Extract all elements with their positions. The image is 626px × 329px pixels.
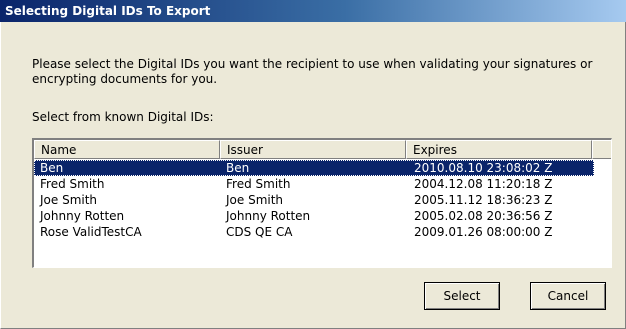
column-header-filler (592, 140, 611, 159)
instruction-text: Please select the Digital IDs you want t… (32, 57, 593, 86)
cell-name: Johnny Rotten (40, 209, 125, 223)
cell-issuer: Fred Smith (226, 177, 291, 191)
cell-expires: 2009.01.26 08:00:00 Z (414, 225, 553, 239)
table-row[interactable]: Ben Ben 2010.08.10 23:08:02 Z (34, 160, 594, 176)
table-row[interactable]: Johnny Rotten Johnny Rotten 2005.02.08 2… (34, 208, 594, 224)
column-header-issuer[interactable]: Issuer (220, 140, 406, 159)
cell-issuer: CDS QE CA (226, 225, 293, 239)
cancel-button[interactable]: Cancel (530, 282, 606, 310)
cell-name: Fred Smith (40, 177, 105, 191)
cell-expires: 2010.08.10 23:08:02 Z (414, 161, 553, 175)
column-header-expires[interactable]: Expires (406, 140, 592, 159)
dialog-title: Selecting Digital IDs To Export (0, 0, 626, 22)
digital-id-list[interactable]: Name Issuer Expires Ben Ben 2010.08.10 2… (32, 138, 612, 268)
cell-name: Ben (40, 161, 64, 175)
cell-expires: 2005.11.12 18:36:23 Z (414, 193, 553, 207)
table-row[interactable]: Fred Smith Fred Smith 2004.12.08 11:20:1… (34, 176, 594, 192)
cell-issuer: Joe Smith (226, 193, 284, 207)
cell-expires: 2004.12.08 11:20:18 Z (414, 177, 553, 191)
column-header-name[interactable]: Name (34, 140, 220, 159)
cell-expires: 2005.02.08 20:36:56 Z (414, 209, 553, 223)
table-row[interactable]: Rose ValidTestCA CDS QE CA 2009.01.26 08… (34, 224, 594, 240)
list-heading: Select from known Digital IDs: (32, 110, 214, 124)
list-header: Name Issuer Expires (34, 140, 611, 159)
cell-name: Rose ValidTestCA (40, 225, 142, 239)
cell-name: Joe Smith (40, 193, 98, 207)
cell-issuer: Ben (226, 161, 250, 175)
table-row[interactable]: Joe Smith Joe Smith 2005.11.12 18:36:23 … (34, 192, 594, 208)
cell-issuer: Johnny Rotten (226, 209, 311, 223)
select-button[interactable]: Select (424, 282, 500, 310)
